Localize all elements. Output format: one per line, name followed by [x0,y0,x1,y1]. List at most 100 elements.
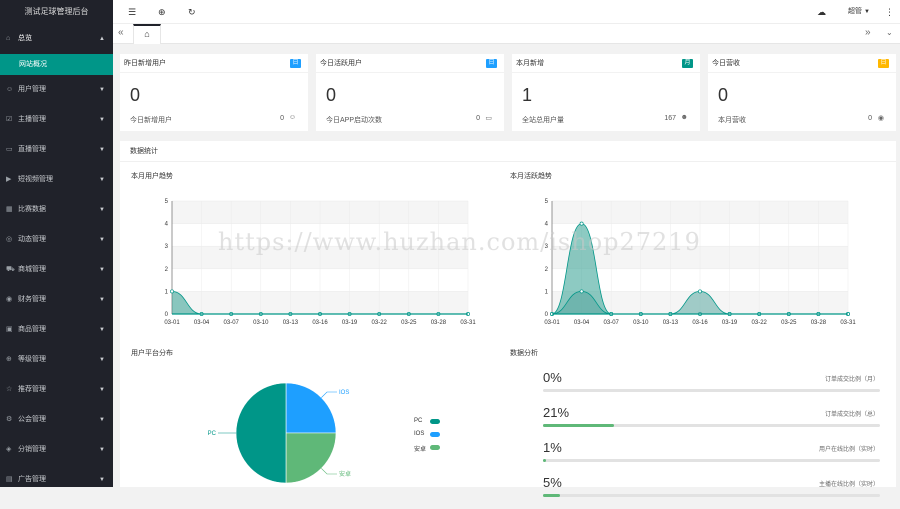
sidebar-item-goods[interactable]: ▣ 商品管理 ▼ [0,315,113,345]
x-tick-label: 03-16 [312,320,328,326]
sidebar-item-users[interactable]: ☺ 用户管理 ▼ [0,75,113,105]
user-menu[interactable]: 超管 ▼ [848,0,870,24]
data-point [579,221,584,226]
sidebar-item-short-video[interactable]: ▶ 短视频管理 ▼ [0,165,113,195]
stat-footer-value: 0 [868,115,872,122]
stat-badge: 日 [486,59,497,68]
sidebar-item-recommend[interactable]: ☆ 推荐管理 ▼ [0,375,113,405]
sidebar-item-dynamic[interactable]: ◎ 动态管理 ▼ [0,225,113,255]
pie-label: IOS [339,390,349,396]
stat-title-text: 昨日新增用户 [124,60,166,67]
stat-value: 0 [326,85,337,105]
sidebar-item-mall[interactable]: ⛟ 商城管理 ▼ [0,255,113,285]
sidebar-item-label: 财务管理 [18,296,46,303]
level-icon: ⊕ [6,356,12,363]
user-icon: ☺ [288,114,296,121]
sidebar-item-label: 直播管理 [18,146,46,153]
sidebar-item-label: 推荐管理 [18,386,46,393]
sidebar-item-guild[interactable]: ⚙ 公会管理 ▼ [0,405,113,435]
refresh-icon[interactable]: ↻ [188,0,196,24]
chevron-down-icon: ▼ [99,477,105,483]
sidebar-item-overview[interactable]: ⌂ 总览 ▲ [0,24,113,54]
data-point [698,289,702,294]
stat-footer-label: 全站总用户量 [522,117,564,124]
sidebar-item-live[interactable]: ▭ 直播管理 ▼ [0,135,113,165]
chevron-down-icon: ▼ [99,327,105,333]
x-tick-label: 03-28 [431,320,447,326]
sidebar-item-label: 商品管理 [18,326,46,333]
x-tick-label: 03-07 [224,320,240,326]
sidebar-item-match-data[interactable]: ▦ 比赛数据 ▼ [0,195,113,225]
progress-value: 0% [543,370,562,385]
y-tick-label: 0 [545,312,549,318]
match-icon: ▦ [6,206,13,213]
chevron-down-icon: ▼ [99,297,105,303]
chevron-down-icon: ▼ [99,147,105,153]
x-tick-label: 03-31 [460,320,476,326]
star-icon: ☆ [6,386,13,393]
progress-value: 1% [543,440,562,455]
pie-slice [285,432,337,484]
sidebar-item-label: 商城管理 [18,266,46,273]
stat-footer-label: 今日APP启动次数 [326,117,383,124]
stat-footer-value: 0 [280,115,284,122]
progress-fill [543,459,547,462]
chevron-down-icon: ▼ [99,357,105,363]
pie-slice [235,382,287,484]
progress-row: 1% 用户在线比例（实时） [543,440,880,474]
stat-title-text: 本月新增 [516,60,544,67]
x-tick-label: 03-10 [253,320,269,326]
y-tick-label: 5 [545,199,549,205]
legend-swatch-android[interactable] [430,445,440,450]
x-tick-label: 03-13 [283,320,299,326]
x-tick-label: 03-31 [840,320,856,326]
share-icon: ◈ [6,446,12,453]
chevron-down-icon: ▼ [99,177,105,183]
progress-track [543,494,880,497]
sidebar-subitem-site-overview[interactable]: 网站概况 [0,54,113,75]
menu-toggle-icon[interactable]: ☰ [128,0,136,24]
progress-fill [543,424,614,427]
chevron-down-icon: ▼ [99,417,105,423]
more-icon[interactable]: ⋮ [885,0,894,24]
watermark-text: https://www.huzhan.com/ishop27219 [218,228,701,256]
sidebar-item-distribution[interactable]: ◈ 分销管理 ▼ [0,435,113,465]
sidebar-item-anchors[interactable]: ☑ 主播管理 ▼ [0,105,113,135]
pie-slice [285,382,337,434]
stat-card: 本月新增 月 1 全站总用户量 167 ☻ [512,54,700,131]
users-icon: ☺ [6,86,14,93]
active-trend-chart: 01234503-01 03-04 03-07 03-10 03-13 03-16 03-1… [544,199,856,326]
pie-label-line [321,391,338,398]
chevron-down-icon: ▼ [99,447,105,453]
pie-label-line [321,468,338,475]
stat-title-text: 今日营收 [712,60,740,67]
tab-home[interactable]: ⌂ [133,24,161,44]
x-tick-label: 03-01 [544,320,560,326]
top-bar: ☰ ⊕ ↻ ☁ 超管 ▼ ⋮ [113,0,900,24]
progress-track [543,424,880,427]
tab-options-icon[interactable]: ⌄ [886,28,893,37]
legend-swatch-pc[interactable] [430,419,440,424]
legend-swatch-ios[interactable] [430,432,440,437]
sidebar-item-levels[interactable]: ⊕ 等级管理 ▼ [0,345,113,375]
stat-card-title: 昨日新增用户 日 [120,54,308,73]
progress-label: 订单成交比例（月） [824,377,879,383]
chevron-down-icon: ▼ [99,207,105,213]
progress-fill [543,494,560,497]
theme-icon[interactable]: ☁ [817,0,826,24]
tab-scroll-left-icon[interactable]: « [118,27,124,38]
x-tick-label: 03-19 [722,320,738,326]
sidebar-item-finance[interactable]: ◉ 财务管理 ▼ [0,285,113,315]
stat-value: 0 [718,85,729,105]
pie-label: PC [208,431,217,437]
stat-footer-label: 今日新增用户 [130,117,172,124]
user-trend-chart-title: 本月用户趋势 [131,173,173,180]
y-tick-label: 5 [165,199,169,205]
sidebar-item-ads[interactable]: ▤ 广告管理 ▼ [0,465,113,487]
tab-scroll-right-icon[interactable]: » [865,27,871,38]
sidebar-item-label: 公会管理 [18,416,46,423]
y-tick-label: 4 [545,222,549,228]
chevron-down-icon: ▼ [99,267,105,273]
globe-icon[interactable]: ⊕ [158,0,166,24]
progress-label: 订单成交比例（总） [824,412,879,418]
